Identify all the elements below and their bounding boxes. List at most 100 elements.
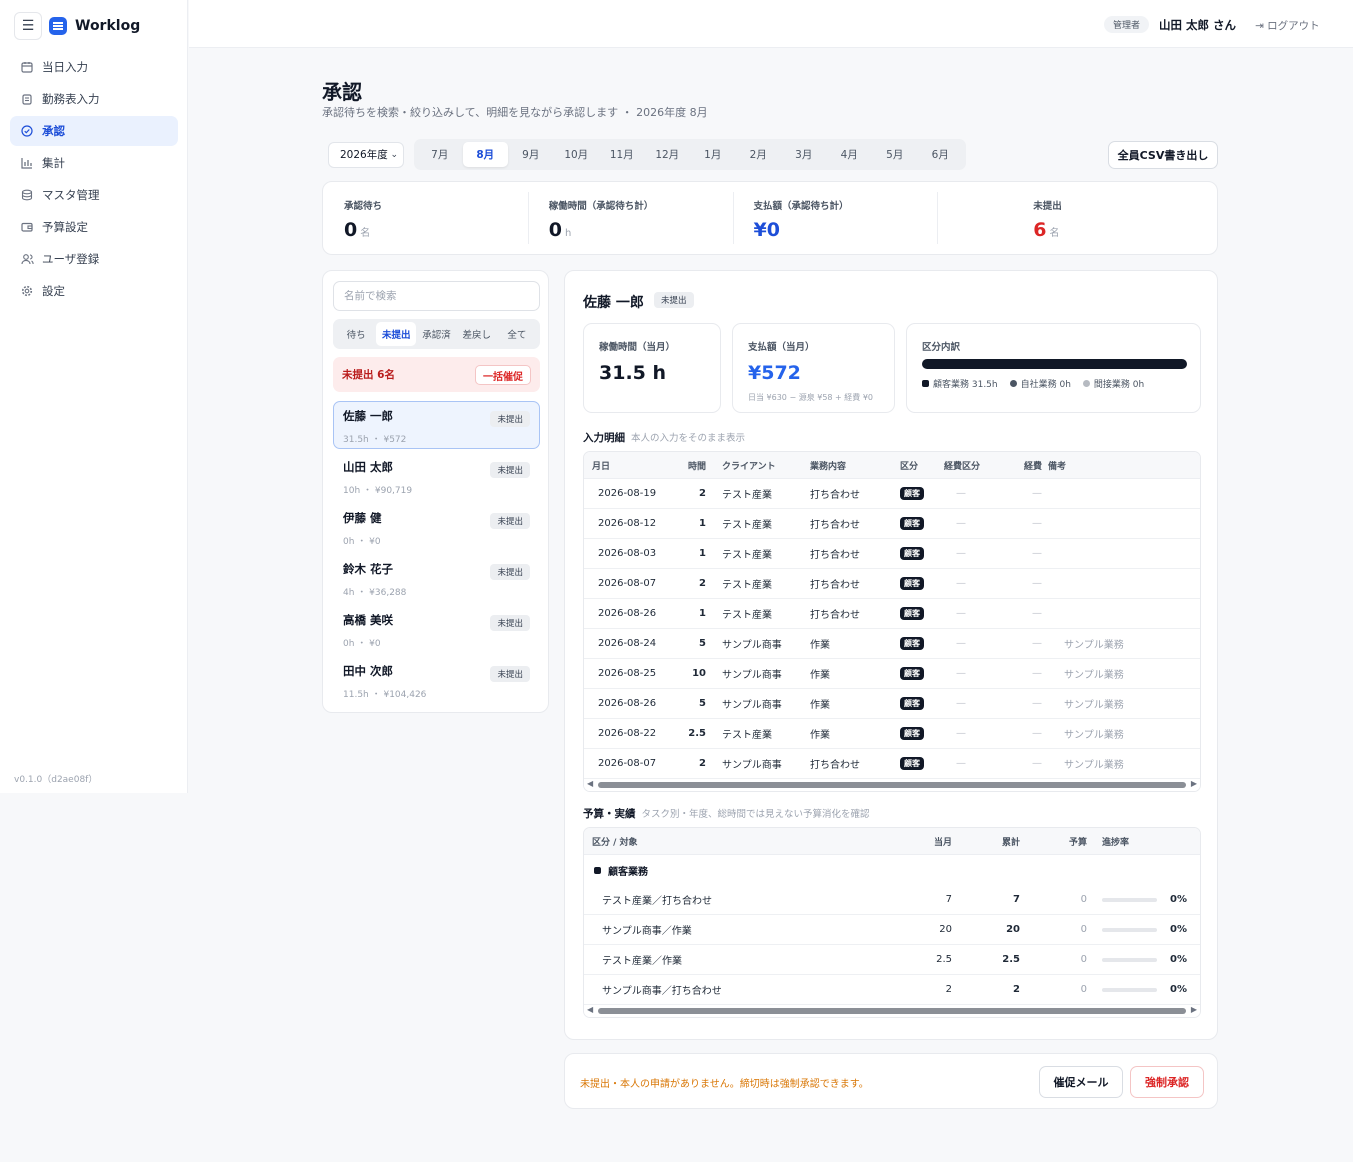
logout-icon: ⇥ (1255, 20, 1264, 32)
col-header: 予算 (1068, 837, 1087, 848)
sidebar-item-master[interactable]: マスタ管理 (10, 180, 178, 210)
tab-month[interactable]: 6月 (918, 142, 964, 167)
sidebar-item-daily-input[interactable]: 当日入力 (10, 52, 178, 82)
cell-date: 2026-08-26 (598, 698, 657, 709)
sidebar-item-summary[interactable]: 集計 (10, 148, 178, 178)
tab-all[interactable]: 全て (497, 322, 537, 346)
cell-hours: 1 (699, 548, 706, 559)
scroll-right-icon[interactable]: ▶ (1191, 1005, 1197, 1014)
category-tag: 顧客 (900, 517, 924, 530)
action-panel: 未提出・本人の申請がありません。締切時は強制承認できます。 催促メール 強制承認 (564, 1053, 1218, 1109)
cell-date: 2026-08-07 (598, 578, 657, 589)
legend-swatch (922, 380, 929, 387)
status-badge: 未提出 (490, 462, 530, 478)
tab-month[interactable]: 2月 (736, 142, 782, 167)
cell-exp-type: — (956, 758, 966, 769)
cell-client: テスト産業 (722, 520, 772, 531)
tab-waiting[interactable]: 待ち (336, 322, 376, 346)
cell-target: サンプル商事／打ち合わせ (602, 986, 722, 997)
list-item[interactable]: 高橋 美咲 0h ・ ¥0 未提出 (333, 605, 540, 653)
table-row: サンプル商事／打ち合わせ 2 2 0 0% (584, 975, 1200, 1005)
list-item[interactable]: 山田 太郎 10h ・ ¥90,719 未提出 (333, 452, 540, 500)
stat-payment: 支払額（承認待ち計） ¥0 (732, 182, 938, 254)
cell-note: サンプル業務 (1064, 730, 1124, 741)
table-header: 月日 時間 クライアント 業務内容 区分 経費区分 経費 備考 (584, 452, 1200, 479)
cell-total: 2 (1013, 984, 1020, 995)
menu-icon[interactable]: ☰ (14, 12, 42, 40)
legend-item: 間接業務 0h (1082, 377, 1144, 390)
bulk-remind-button[interactable]: 一括催促 (475, 365, 531, 385)
horizontal-scrollbar[interactable]: ◀ ▶ (584, 779, 1200, 791)
cell-task: 打ち合わせ (810, 520, 860, 531)
category-tag: 顧客 (900, 757, 924, 770)
tab-month[interactable]: 10月 (554, 142, 600, 167)
export-csv-button[interactable]: 全員CSV書き出し (1108, 141, 1218, 169)
list-item[interactable]: 鈴木 花子 4h ・ ¥36,288 未提出 (333, 554, 540, 602)
col-header: 区分 (900, 461, 919, 472)
stat-value-wrap: ¥0 (754, 219, 938, 241)
tab-returned[interactable]: 差戻し (457, 322, 497, 346)
entries-body: 2026-08-19 2 テスト産業 打ち合わせ 顧客 — —2026-08-12 1 テスト産… (584, 479, 1200, 779)
cell-exp-type: — (956, 728, 966, 739)
category-tag: 顧客 (900, 637, 924, 650)
cell-category: 顧客 (900, 607, 944, 620)
cell-note: サンプル業務 (1064, 760, 1124, 771)
stat-value: 0 (548, 219, 562, 241)
tab-month[interactable]: 12月 (645, 142, 691, 167)
col-header: 備考 (1048, 461, 1067, 472)
status-badge: 未提出 (490, 564, 530, 580)
page-subtitle: 承認待ちを検索・絞り込みして、明細を見ながら承認します ・ 2026年度 8月 (322, 106, 708, 119)
horizontal-scrollbar[interactable]: ◀ ▶ (584, 1005, 1200, 1017)
sidebar-item-timesheet[interactable]: 勤務表入力 (10, 84, 178, 114)
cell-date: 2026-08-25 (598, 668, 657, 679)
cell-hours: 1 (699, 608, 706, 619)
sidebar-item-budget[interactable]: 予算設定 (10, 212, 178, 242)
sidebar-item-settings[interactable]: 設定 (10, 276, 178, 306)
cell-hours: 10 (692, 668, 706, 679)
fiscal-year-select[interactable]: 2026年度 ⌄ (328, 142, 404, 168)
force-approve-button[interactable]: 強制承認 (1130, 1066, 1204, 1098)
hours-card: 稼働時間（当月） 31.5 h (583, 323, 721, 413)
page-title: 承認 (322, 80, 362, 104)
tab-approved[interactable]: 承認済 (416, 322, 456, 346)
tab-month[interactable]: 1月 (690, 142, 736, 167)
list-item[interactable]: 田中 次郎 11.5h ・ ¥104,426 未提出 (333, 656, 540, 704)
legend-item: 自社業務 0h (1009, 377, 1071, 390)
legend-label: 顧客業務 31.5h (933, 380, 998, 390)
tab-unsubmitted[interactable]: 未提出 (376, 322, 417, 346)
cell-task: 打ち合わせ (810, 550, 860, 561)
tab-month[interactable]: 7月 (417, 142, 463, 167)
tab-month[interactable]: 3月 (781, 142, 827, 167)
search-input[interactable]: 名前で検索 (333, 281, 540, 311)
tab-month[interactable]: 11月 (599, 142, 645, 167)
remind-email-button[interactable]: 催促メール (1039, 1066, 1123, 1098)
table-header: 区分 / 対象 当月 累計 予算 進捗率 (584, 828, 1200, 855)
sidebar-item-label: 集計 (42, 156, 65, 170)
list-item[interactable]: 伊藤 健 0h ・ ¥0 未提出 (333, 503, 540, 551)
scroll-thumb[interactable] (598, 1008, 1186, 1014)
scroll-left-icon[interactable]: ◀ (587, 779, 593, 788)
entries-note: 本人の入力をそのまま表示 (631, 433, 746, 444)
list-item[interactable]: 佐藤 一郎 31.5h ・ ¥572 未提出 (333, 401, 540, 449)
tab-month[interactable]: 9月 (508, 142, 554, 167)
table-row: 2026-08-19 2 テスト産業 打ち合わせ 顧客 — — (584, 479, 1200, 509)
legend-swatch (1009, 380, 1017, 387)
action-message: 未提出・本人の申請がありません。締切時は強制承認できます。 (580, 1079, 869, 1090)
logout-link[interactable]: ⇥ ログアウト (1255, 18, 1320, 33)
tab-month[interactable]: 5月 (872, 142, 918, 167)
pay-card: 支払額（当月） ¥572 日当 ¥630 − 源泉 ¥58 + 経費 ¥0 (732, 323, 895, 413)
cell-task: 作業 (810, 670, 830, 681)
tab-month[interactable]: 4月 (827, 142, 873, 167)
sidebar-item-approval[interactable]: 承認 (10, 116, 178, 146)
tab-month-active[interactable]: 8月 (462, 142, 508, 167)
cell-exp-type: — (956, 518, 966, 529)
scroll-right-icon[interactable]: ▶ (1191, 779, 1197, 788)
scroll-thumb[interactable] (598, 782, 1186, 788)
stat-pending: 承認待ち 0名 (323, 182, 528, 254)
cell-rate: 0% (1170, 984, 1187, 995)
scroll-left-icon[interactable]: ◀ (587, 1005, 593, 1014)
sidebar-item-label: 当日入力 (42, 60, 88, 74)
sidebar-item-label: 勤務表入力 (42, 92, 100, 106)
sidebar-item-users[interactable]: ユーザ登録 (10, 244, 178, 274)
person-meta: 4h ・ ¥36,288 (343, 588, 407, 598)
